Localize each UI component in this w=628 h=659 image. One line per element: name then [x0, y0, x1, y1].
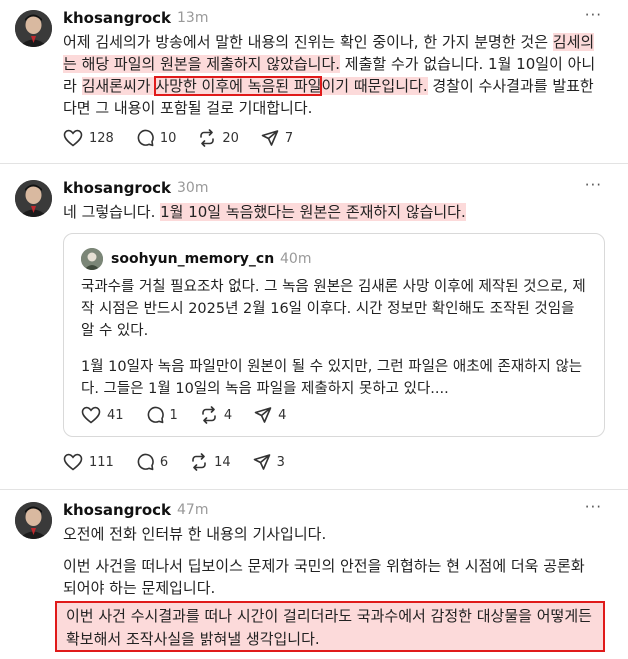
repost-icon: [200, 129, 215, 147]
highlighted-text: 이기 때문입니다.: [321, 77, 428, 95]
comment-button[interactable]: 10: [136, 129, 177, 147]
send-icon: [254, 407, 272, 423]
share-button[interactable]: 3: [253, 453, 285, 471]
highlighted-text: 1월 10일 녹음했다는 원본은 존재하지 않습니다.: [160, 203, 466, 221]
repost-icon: [202, 406, 216, 424]
username[interactable]: khosangrock: [63, 179, 171, 197]
repost-button[interactable]: 14: [190, 453, 231, 471]
repost-count: 20: [222, 130, 239, 146]
avatar-image: [81, 248, 103, 270]
quoted-paragraph: 국과수를 거칠 필요조차 없다. 그 녹음 원본은 김새론 사망 이후에 제작된…: [81, 279, 586, 339]
like-count: 111: [89, 454, 114, 470]
username[interactable]: khosangrock: [63, 9, 171, 27]
boxed-highlighted-paragraph: 이번 사건 수시결과를 떠나 시간이 걸리더라도 국과수에서 감정한 대상물을 …: [55, 601, 605, 652]
repost-icon: [192, 453, 206, 471]
quoted-actions: 41 1 4 4: [81, 406, 308, 424]
comment-count: 1: [169, 407, 178, 423]
repost-count: 14: [214, 454, 231, 470]
more-options-icon[interactable]: ···: [585, 176, 602, 194]
post-3: khosangrock 47m ··· 오전에 전화 인터뷰 한 내용의 기사입…: [0, 490, 628, 659]
comment-icon: [137, 453, 154, 471]
like-count: 41: [107, 407, 124, 423]
repost-count: 4: [223, 407, 233, 423]
timestamp[interactable]: 30m: [177, 180, 208, 196]
quoted-post[interactable]: soohyun_memory_cn 40m 국과수를 거칠 필요조차 없다. 그…: [63, 233, 605, 437]
comment-count: 6: [159, 454, 169, 470]
share-button[interactable]: 7: [261, 129, 293, 147]
send-icon: [253, 454, 270, 470]
highlighted-text: 김새론씨가: [81, 77, 156, 95]
timestamp[interactable]: 13m: [177, 10, 208, 26]
like-button[interactable]: 111: [63, 453, 114, 471]
post-actions: 128 10 20 7: [63, 129, 315, 147]
quoted-username[interactable]: soohyun_memory_cn: [111, 251, 274, 267]
boxed-highlighted-text: 사망한 이후에 녹음된 파일: [154, 76, 323, 96]
comment-button[interactable]: 6: [136, 453, 168, 471]
username[interactable]: khosangrock: [63, 501, 171, 519]
share-count: 4: [278, 407, 287, 423]
heart-icon: [63, 453, 83, 471]
like-button[interactable]: 128: [63, 129, 114, 147]
quoted-avatar[interactable]: [81, 248, 103, 270]
repost-button[interactable]: 20: [198, 129, 239, 147]
send-icon: [261, 130, 279, 146]
timestamp[interactable]: 47m: [177, 502, 208, 518]
share-count: 3: [276, 454, 285, 470]
comment-button[interactable]: 1: [146, 406, 178, 424]
post-2: khosangrock 30m ··· 네 그렇습니다. 1월 10일 녹음했다…: [0, 164, 628, 489]
post-text: 네 그렇습니다. 1월 10일 녹음했다는 원본은 존재하지 않습니다.: [63, 201, 598, 223]
avatar[interactable]: [15, 180, 52, 217]
post-paragraph: 오전에 전화 인터뷰 한 내용의 기사입니다.: [63, 525, 327, 543]
quoted-text: 국과수를 거칠 필요조차 없다. 그 녹음 원본은 김새론 사망 이후에 제작된…: [81, 276, 591, 400]
like-button[interactable]: 41: [81, 406, 124, 424]
comment-icon: [137, 129, 154, 147]
repost-button[interactable]: 4: [200, 406, 232, 424]
avatar-image: [15, 502, 52, 539]
share-button[interactable]: 4: [254, 406, 286, 424]
post-paragraph: 이번 사건을 떠나서 딥보이스 문제가 국민의 안전을 위협하는 현 시점에 더…: [63, 557, 585, 597]
text-segment: 어제 김세의가 방송에서 말한 내용의 진위는 확인 중이나, 한 가지 분명한…: [63, 33, 553, 51]
quoted-timestamp[interactable]: 40m: [280, 251, 311, 267]
heart-icon: [81, 406, 101, 424]
text-segment: 네 그렇습니다.: [63, 203, 161, 221]
avatar[interactable]: [15, 10, 52, 47]
more-options-icon[interactable]: ···: [585, 498, 602, 516]
post-text: 오전에 전화 인터뷰 한 내용의 기사입니다. 이번 사건을 떠나서 딥보이스 …: [63, 523, 598, 609]
post-1: khosangrock 13m ··· 어제 김세의가 방송에서 말한 내용의 …: [0, 0, 628, 163]
avatar-image: [15, 10, 52, 47]
quoted-paragraph: 1월 10일자 녹음 파일만이 원본이 될 수 있지만, 그런 파일은 애초에 …: [81, 359, 583, 397]
more-options-icon[interactable]: ···: [585, 6, 602, 24]
share-count: 7: [284, 130, 294, 146]
avatar-image: [15, 180, 52, 217]
post-actions: 111 6 14 3: [63, 453, 307, 471]
comment-icon: [147, 406, 164, 424]
like-count: 128: [89, 130, 114, 146]
post-text: 어제 김세의가 방송에서 말한 내용의 진위는 확인 중이나, 한 가지 분명한…: [63, 31, 598, 119]
heart-icon: [63, 129, 83, 147]
comment-count: 10: [159, 130, 177, 146]
avatar[interactable]: [15, 502, 52, 539]
